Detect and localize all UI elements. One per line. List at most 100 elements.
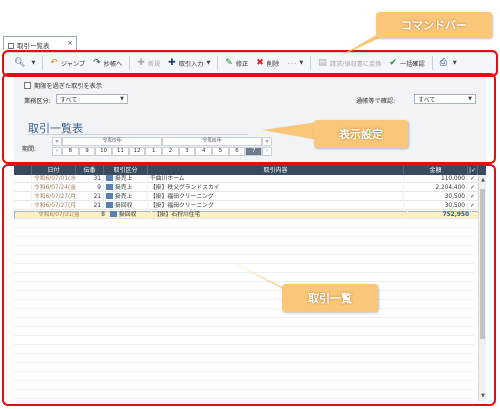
close-icon[interactable]: ×: [67, 39, 73, 47]
edit-label: 修正: [235, 60, 249, 68]
row-marker: [18, 211, 36, 219]
header-date[interactable]: 日付: [32, 166, 76, 175]
month-button[interactable]: 7: [245, 147, 263, 156]
table-row[interactable]: 令和6/07/27(月) 21 掛売上 【掛】福田クリーニング 30,500 ✓: [14, 193, 486, 201]
to-ledger-button[interactable]: ↷ 抄帳へ: [89, 54, 126, 72]
jump-button[interactable]: ↶ ジャンプ: [46, 54, 89, 72]
more-label: ･･･: [287, 60, 297, 68]
business-category-select[interactable]: すべて ▼: [56, 94, 128, 104]
more-button[interactable]: ･･･ ▼: [283, 54, 307, 72]
plus-icon: ✚: [137, 57, 145, 68]
empty-row: [14, 247, 474, 255]
table-row[interactable]: 令和6/07/01(水) 31 掛売上 千曲川ホーム 110,000 ✓: [14, 175, 486, 183]
forward-arrow-icon: ↷: [93, 57, 101, 68]
month-button[interactable]: 1: [145, 147, 163, 156]
cell-amount: 752,950: [408, 211, 472, 219]
cell-content: 【掛】石狩川住宅: [152, 211, 408, 219]
category-icon: [106, 184, 113, 190]
header-number[interactable]: 伝番: [76, 166, 104, 175]
empty-row: [14, 373, 474, 381]
search-button[interactable]: 🔍︎ ▼: [10, 54, 39, 72]
header-kind[interactable]: 取引区分: [104, 166, 148, 175]
header-check[interactable]: |✓: [468, 166, 478, 175]
cell-amount: 110,000: [404, 175, 468, 183]
chevron-down-icon: ▼: [31, 60, 36, 66]
scroll-down-icon[interactable]: ▼: [479, 393, 486, 399]
business-category-value: すべて: [60, 96, 78, 104]
command-bar: 🔍︎ ▼ ↶ ジャンプ ↷ 抄帳へ ✚ 新規 ✚ 取引入力 ▼ ✎ 修正 ✖ 削除 ･･･ ▼ ▤…: [4, 52, 496, 74]
cell-number: 21: [76, 202, 104, 210]
empty-row: [14, 265, 474, 273]
separator: [129, 56, 131, 70]
next-month-icon[interactable]: ›: [262, 147, 273, 156]
header-amount[interactable]: 金額: [404, 166, 468, 175]
delete-label: 削除: [266, 60, 280, 68]
month-button[interactable]: 10: [95, 147, 113, 156]
transaction-entry-button[interactable]: ✚ 取引入力 ▼: [164, 54, 214, 72]
separator: [42, 56, 44, 70]
edit-button[interactable]: ✎ 修正: [221, 54, 252, 72]
search-icon: 🔍︎: [14, 57, 26, 68]
show-expired-checkbox[interactable]: 期限を過ぎた取引を表示: [24, 81, 102, 90]
cell-amount: 30,500: [404, 193, 468, 201]
print-button[interactable]: ⎙ ▼: [436, 54, 461, 72]
empty-row: [14, 292, 474, 300]
back-arrow-icon: ↶: [50, 57, 58, 68]
month-button[interactable]: 3: [178, 147, 196, 156]
month-button[interactable]: 4: [195, 147, 213, 156]
transaction-table: 日付 伝番 取引区分 取引内容 金額 |✓ 令和6/07/01(水) 31 掛売上 千…: [14, 166, 486, 401]
convert-invoice-button[interactable]: ▤ 請求/領収書に変換: [314, 54, 385, 72]
new-label: 新規: [147, 60, 161, 68]
cell-number: 9: [76, 184, 104, 192]
new-button[interactable]: ✚ 新規: [133, 54, 164, 72]
empty-row: [14, 274, 474, 282]
table-row[interactable]: 令和6/07/31(金) 8 掛回収 【掛】石狩川住宅 752,950: [14, 211, 486, 219]
scroll-thumb[interactable]: [480, 189, 485, 339]
empty-row: [14, 364, 474, 372]
chevron-down-icon: ▼: [120, 96, 124, 102]
row-marker: [14, 202, 32, 210]
month-button[interactable]: 8: [62, 147, 79, 156]
cell-check: ✓: [468, 175, 478, 183]
empty-row: [14, 229, 474, 237]
table-row[interactable]: 令和6/07/27(月) 21 掛回収 【掛】福田クリーニング 30,500 ✓: [14, 202, 486, 210]
transaction-entry-label: 取引入力: [178, 60, 204, 68]
header-content[interactable]: 取引内容: [148, 166, 404, 175]
vertical-scrollbar[interactable]: ▲ ▼: [478, 175, 486, 401]
empty-row: [14, 220, 474, 228]
check-icon: ✔: [389, 57, 397, 68]
jump-label: ジャンプ: [60, 60, 86, 68]
month-button[interactable]: 5: [212, 147, 229, 156]
cell-number: 21: [76, 193, 104, 201]
chevron-down-icon: ▼: [468, 96, 472, 102]
convert-invoice-label: 請求/領収書に変換: [329, 60, 382, 68]
month-row: ‹ 8 9 10 11 12 1 2 3 4 5 6 7 ›: [52, 147, 273, 156]
checkbox-box[interactable]: [24, 82, 31, 89]
cell-check: ✓: [468, 184, 478, 192]
next-year-icon[interactable]: »: [262, 137, 272, 146]
printer-icon: ⎙: [439, 57, 447, 68]
bank-confirm-label: 通帳等で確認:: [356, 98, 396, 105]
month-button[interactable]: 6: [228, 147, 246, 156]
table-row[interactable]: 令和6/07/24(金) 9 掛売上 【掛】秩父グランドスカイ 2,204,400 ✓: [14, 184, 486, 192]
empty-row: [14, 256, 474, 264]
delete-button[interactable]: ✖ 削除: [252, 54, 283, 72]
month-button[interactable]: 9: [78, 147, 96, 156]
month-button[interactable]: 2: [162, 147, 179, 156]
period-selector: « 令和5年 令和6年 » ‹ 8 9 10 11 12 1 2 3 4 5 6 7 ›: [52, 137, 273, 159]
month-button[interactable]: 11: [112, 147, 129, 156]
scroll-up-icon[interactable]: ▲: [479, 177, 486, 183]
to-ledger-label: 抄帳へ: [103, 60, 123, 68]
bank-confirm-select[interactable]: すべて ▼: [414, 94, 476, 104]
empty-row: [14, 301, 474, 309]
empty-row: [14, 382, 474, 390]
kind-label: 掛売上: [115, 176, 133, 182]
prev-year-icon[interactable]: «: [52, 137, 62, 146]
empty-row: [14, 319, 474, 327]
prev-month-icon[interactable]: ‹: [52, 147, 62, 156]
tab-transaction-list[interactable]: 取引一覧表 ×: [3, 36, 77, 50]
bulk-confirm-button[interactable]: ✔ 一括確認: [385, 54, 428, 72]
show-expired-label: 期限を過ぎた取引を表示: [34, 83, 103, 90]
month-button[interactable]: 12: [128, 147, 146, 156]
category-icon: [106, 193, 113, 199]
